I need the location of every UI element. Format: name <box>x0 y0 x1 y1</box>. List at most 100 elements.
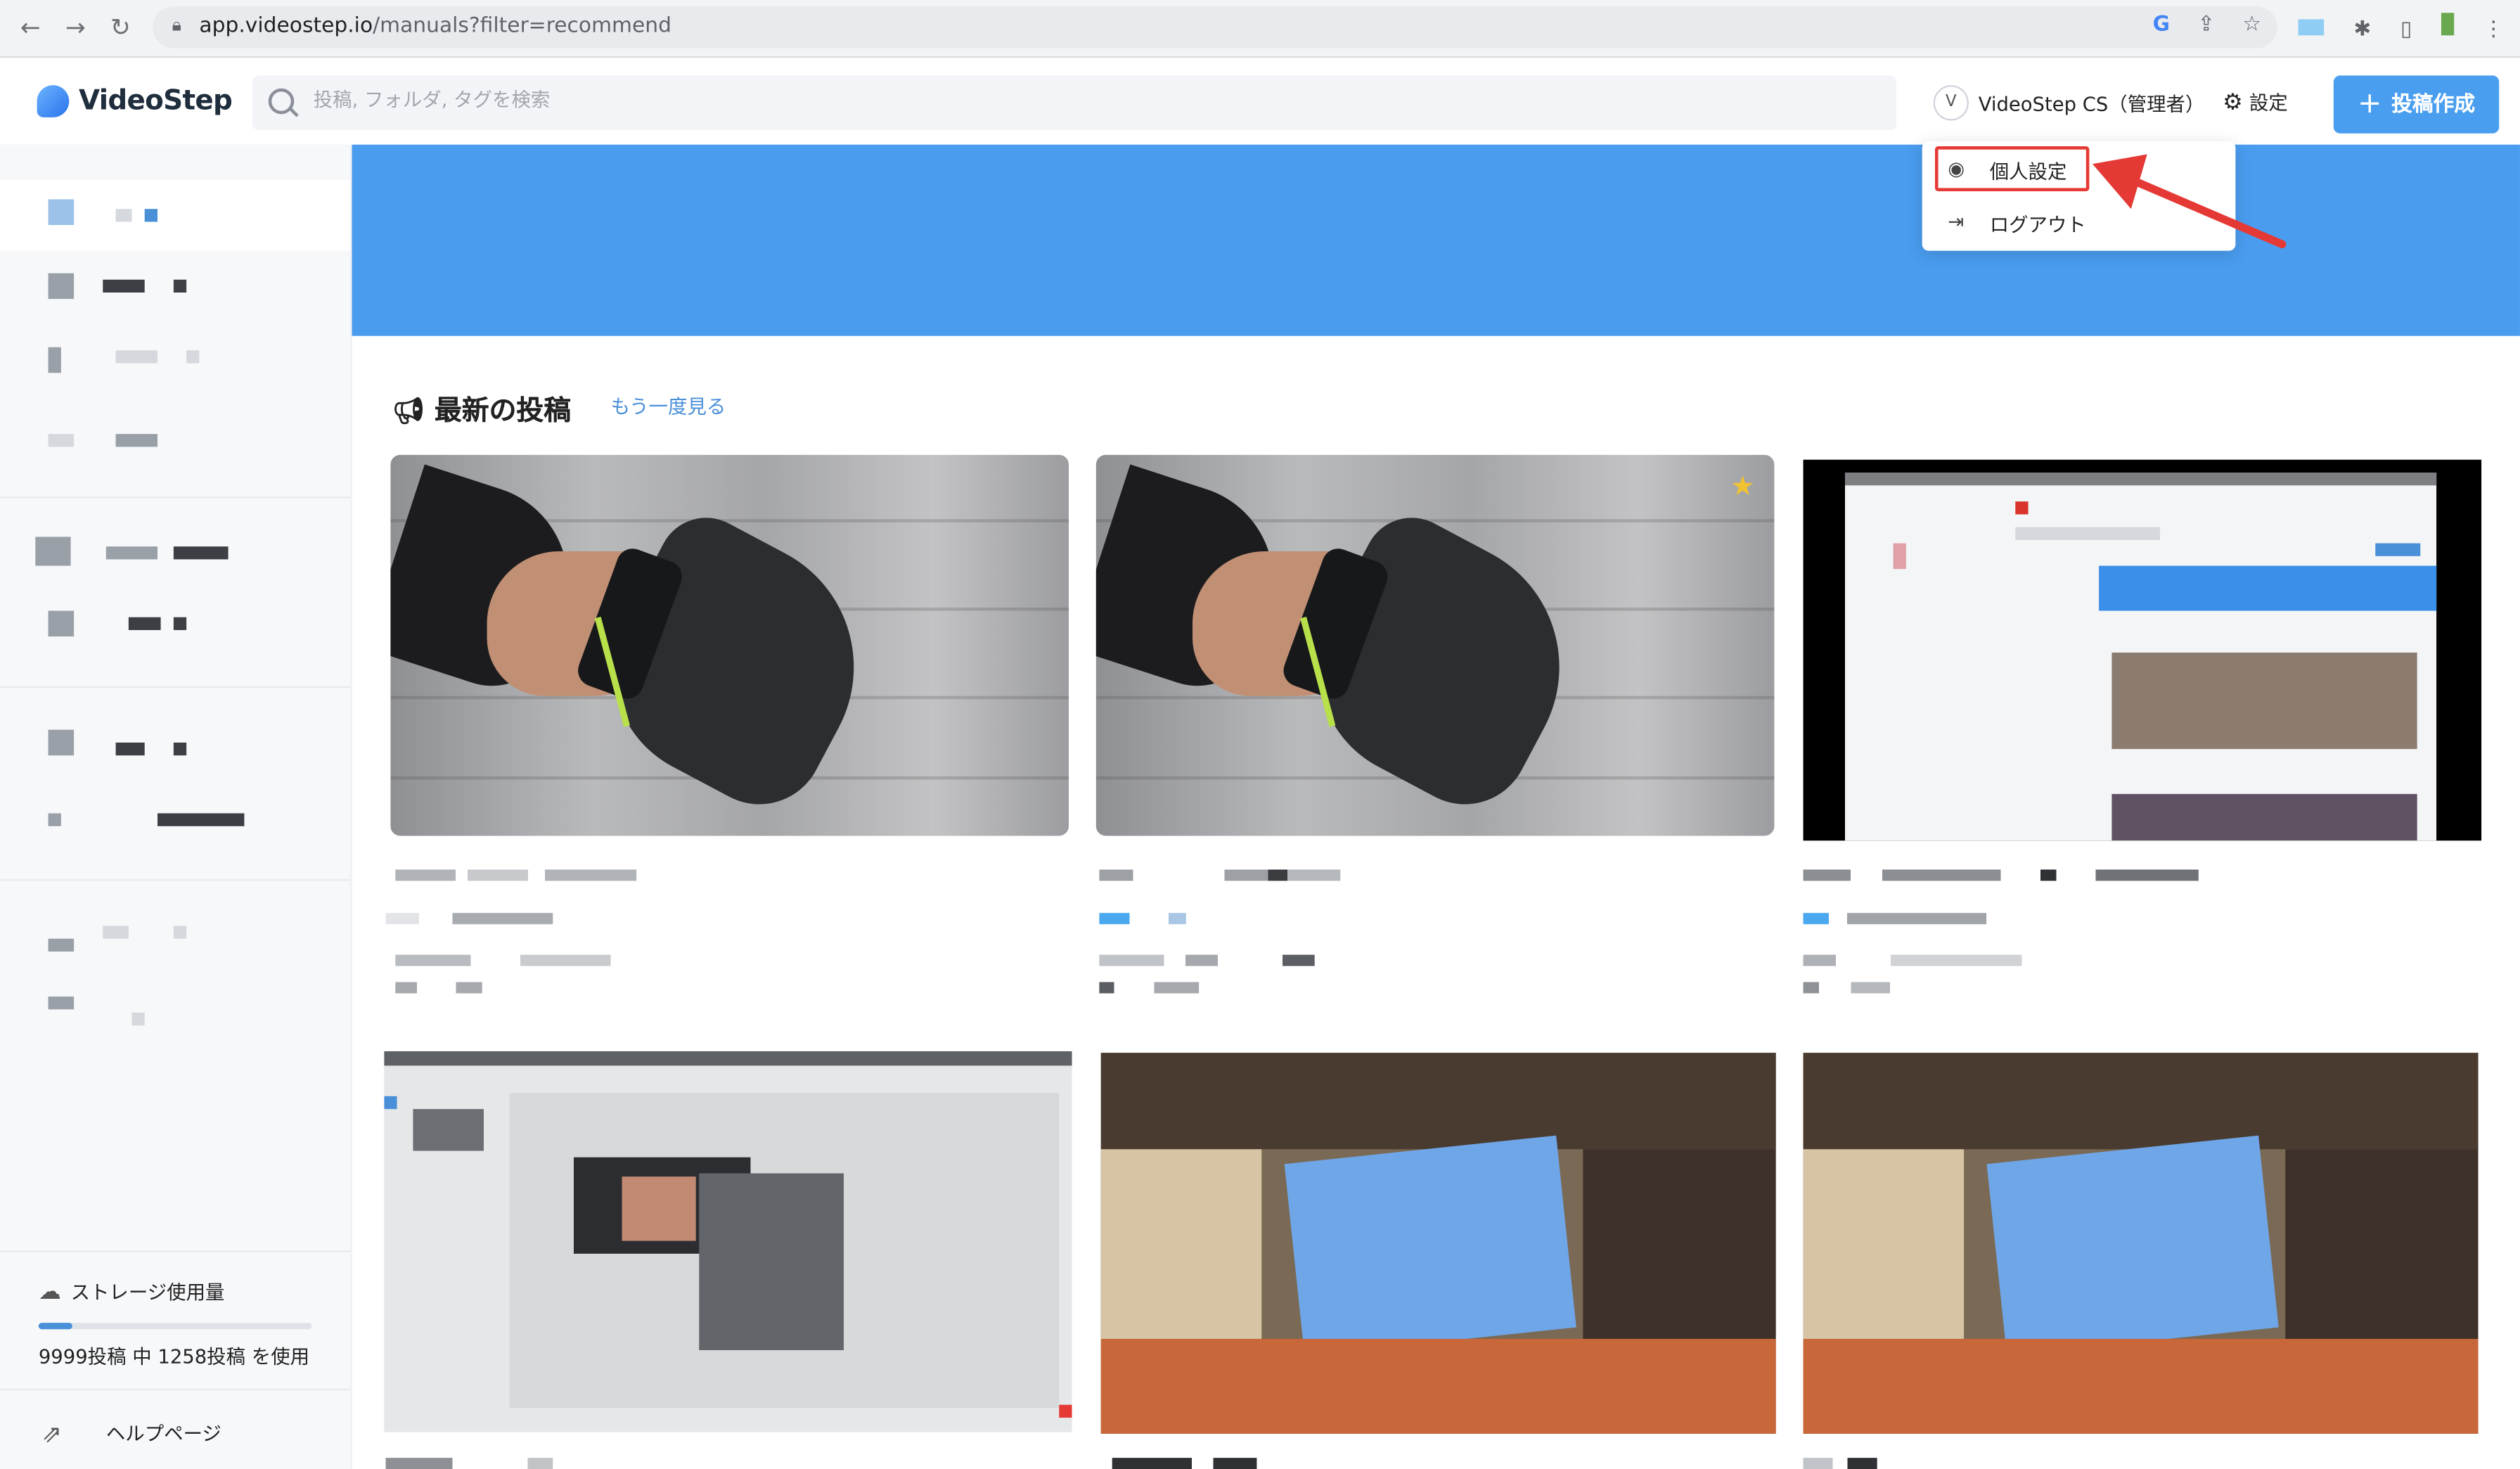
storage-title-text: ストレージ使用量 <box>70 1281 225 1304</box>
sidebar-item[interactable] <box>0 589 350 660</box>
screen: ← → ↻ 🔒︎ app.videostep.io/manuals?filter… <box>0 0 2520 1469</box>
thumbnail-detail <box>2111 652 2417 750</box>
sidebar-item-icon <box>48 729 75 756</box>
thumbnail-detail <box>2099 565 2437 611</box>
sidebar-divider <box>0 496 351 499</box>
help-page-link[interactable]: ⇗ ヘルプページ <box>0 1388 351 1469</box>
post-meta-placeholder <box>1099 954 1315 966</box>
post-meta-placeholder <box>1803 982 1890 994</box>
external-link-icon: ⇗ <box>41 1419 63 1449</box>
menu-icon[interactable]: ⋮ <box>2483 18 2504 41</box>
sidebar-item[interactable] <box>0 974 350 1045</box>
sidebar-item[interactable] <box>0 904 350 975</box>
search-input[interactable] <box>310 86 1763 113</box>
cloud-icon: ☁ <box>38 1279 61 1305</box>
thumbnail-detail <box>1059 1404 1072 1418</box>
sidebar-item[interactable] <box>0 392 350 463</box>
reload-icon[interactable]: ↻ <box>106 13 135 41</box>
extension-icons: ✱ ▯ ⋮ <box>2276 13 2504 41</box>
sidebar-item-label <box>115 434 158 447</box>
post-meta-placeholder <box>1803 954 2022 966</box>
sidebar-item-label <box>115 209 132 222</box>
storage-progress-bar <box>38 1323 312 1330</box>
search-box[interactable] <box>252 75 1897 131</box>
sidebar-item-icon <box>48 347 61 373</box>
sidepanel-icon[interactable]: ▯ <box>2400 18 2412 41</box>
sidebar-item-icon <box>35 537 71 566</box>
sidebar: ☁ ストレージ使用量 9999投稿 中 1258投稿 を使用 ⇗ ヘルプページ <box>0 144 352 1469</box>
thumbnail-detail <box>1100 1053 1776 1150</box>
thumbnail-detail <box>1893 543 1906 570</box>
logo-icon <box>37 85 70 117</box>
create-post-label: 投稿作成 <box>2391 93 2476 117</box>
sidebar-item-label <box>173 546 229 560</box>
sidebar-divider <box>0 879 351 881</box>
logo[interactable]: VideoStep <box>37 85 233 117</box>
favorite-star-icon[interactable]: ★ <box>1730 471 1755 503</box>
post-title-placeholder <box>1112 1458 1257 1469</box>
thumbnail-detail <box>2375 543 2421 556</box>
sidebar-item-icon <box>48 610 75 637</box>
sidebar-item-icon <box>48 813 61 826</box>
highlight-box <box>1934 146 2090 191</box>
thumbnail-detail <box>413 1109 484 1151</box>
share-icon[interactable]: ⇪ <box>2197 13 2215 37</box>
thumbnail-detail <box>1844 472 2437 841</box>
post-meta-placeholder <box>395 982 482 994</box>
sidebar-item[interactable] <box>0 251 350 322</box>
thumbnail-detail <box>1284 1135 1576 1356</box>
post-tags-placeholder <box>1099 913 1186 925</box>
sidebar-item[interactable] <box>0 710 350 781</box>
storage-progress-fill <box>38 1323 73 1330</box>
user-menu[interactable]: V VideoStep CS（管理者） <box>1933 85 2205 121</box>
lock-icon: 🔒︎ <box>172 14 181 36</box>
forward-icon[interactable]: → <box>61 13 90 41</box>
url-actions: G ⇪ ☆ <box>2132 13 2261 37</box>
post-thumbnail[interactable]: ★ <box>1095 454 1775 836</box>
sidebar-item-label <box>173 279 187 293</box>
post-thumbnail[interactable] <box>1803 459 2482 841</box>
bookmark-star-icon[interactable]: ☆ <box>2242 13 2261 37</box>
post-thumbnail[interactable] <box>390 454 1069 836</box>
sidebar-item[interactable] <box>0 781 350 852</box>
arrow-shaft <box>2120 172 2287 249</box>
extension-icon[interactable] <box>2299 19 2325 36</box>
thumbnail-detail <box>509 1093 1060 1409</box>
sidebar-item-icon <box>48 938 75 952</box>
thumbnail-detail <box>384 1096 397 1110</box>
google-icon[interactable]: G <box>2153 13 2170 37</box>
search-icon <box>268 88 295 115</box>
post-thumbnail[interactable] <box>1803 1053 2479 1434</box>
post-meta-placeholder <box>395 954 611 966</box>
sidebar-item-icon <box>48 199 75 225</box>
sidebar-item[interactable] <box>0 518 350 589</box>
sidebar-item[interactable] <box>0 179 351 251</box>
create-post-button[interactable]: + 投稿作成 <box>2333 75 2500 134</box>
sidebar-item-label <box>144 209 158 222</box>
thumbnail-detail <box>1100 1149 1262 1342</box>
address-bar[interactable]: 🔒︎ app.videostep.io/manuals?filter=recom… <box>153 6 2277 49</box>
thumbnail-detail <box>699 1173 844 1350</box>
back-icon[interactable]: ← <box>16 13 45 41</box>
see-again-link[interactable]: もう一度見る <box>611 392 726 420</box>
sidebar-item-label <box>105 546 158 560</box>
plus-icon: + <box>2357 86 2382 121</box>
sidebar-item-label <box>128 617 161 630</box>
post-thumbnail[interactable] <box>1100 1053 1776 1434</box>
profile-icon[interactable] <box>2441 13 2454 36</box>
sidebar-item-label <box>173 617 187 630</box>
sidebar-item-label <box>103 279 145 293</box>
settings-button[interactable]: ⚙ 設定 <box>2223 89 2288 116</box>
thumbnail-detail <box>2015 501 2029 515</box>
section-title-text: 最新の投稿 <box>434 395 572 428</box>
thumbnail-detail <box>1803 1149 1965 1342</box>
thumbnail-detail <box>622 1176 696 1241</box>
post-thumbnail[interactable] <box>384 1051 1072 1432</box>
puzzle-icon[interactable]: ✱ <box>2353 18 2371 41</box>
sidebar-item[interactable] <box>0 321 350 392</box>
sidebar-item-label <box>173 742 187 756</box>
annotation-arrow <box>2092 154 2287 249</box>
avatar: V <box>1933 85 1969 121</box>
storage-panel: ☁ ストレージ使用量 9999投稿 中 1258投稿 を使用 <box>0 1250 351 1368</box>
user-name: VideoStep CS（管理者） <box>1978 92 2205 115</box>
